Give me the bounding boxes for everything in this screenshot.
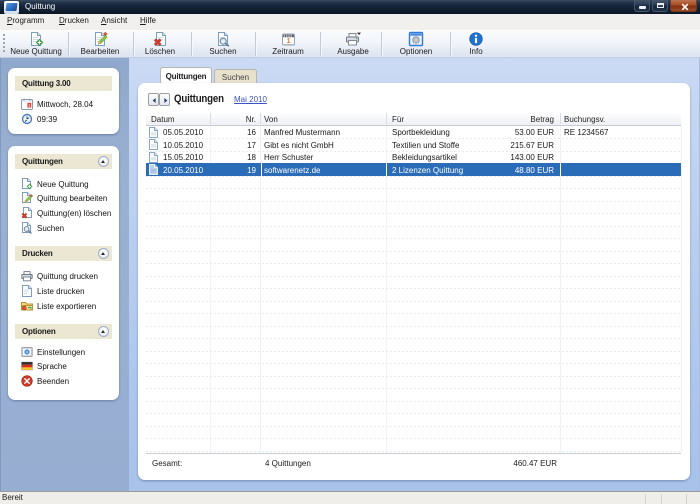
svg-text:1: 1 [287, 38, 291, 45]
